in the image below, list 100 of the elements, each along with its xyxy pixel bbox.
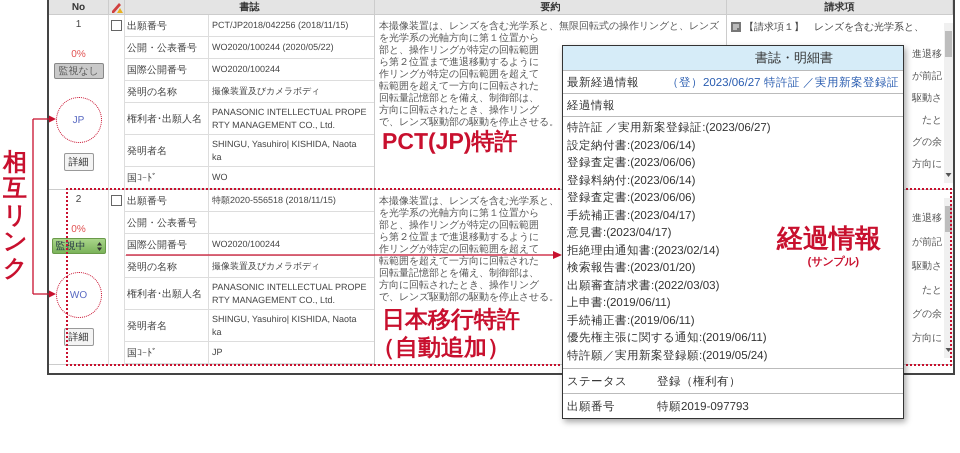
claim-text: 駆動さ — [912, 92, 942, 105]
abstract-line: 回転量記憶部とを備え、制御部は、 — [379, 93, 539, 104]
history-item: 出願審査請求書:(2022/03/03) — [567, 278, 720, 294]
history-item: 特許願／実用新案登録願:(2019/05/24) — [567, 348, 768, 364]
field-label: 最新経過情報 — [567, 75, 639, 90]
history-item: 登録査定書:(2023/06/06) — [567, 190, 696, 206]
column-header: 書誌 — [125, 0, 375, 14]
abstract-line: 部と、操作リングが特定の回転範囲 — [379, 220, 539, 232]
abstract-line: ら第２位置まで進退移動するように — [379, 57, 539, 68]
field-value: 撮像装置及びカメラボディ — [211, 85, 321, 98]
field-label: 発明の名称 — [125, 81, 209, 102]
popup-title: 書誌・明細書 — [563, 46, 903, 71]
annotation-note: (サンプル) — [808, 254, 859, 269]
row-number: 2 — [76, 194, 82, 206]
field-label: 国際公開番号 — [125, 59, 209, 80]
pencil-warning-icon[interactable] — [110, 1, 123, 13]
history-item: 手続補正書:(2023/04/17) — [567, 208, 696, 224]
claim-text: 駆動さ — [912, 260, 942, 273]
claim-text: たと — [922, 114, 942, 127]
field-label: ステータス — [567, 374, 628, 388]
claim-text: グの余 — [912, 136, 942, 149]
abstract-line: 転範囲を超えて一方向に回転された — [379, 256, 539, 268]
detail-button[interactable]: 詳細 — [64, 153, 94, 171]
abstract-line: 作リングが特定の回転範囲を超えて — [379, 69, 539, 80]
field-value: PCT/JP2018/042256 (2018/11/15) — [211, 19, 350, 32]
annotation-text: 日本移行特許 — [382, 306, 520, 332]
field-value: WO2020/100244 — [211, 63, 282, 76]
abstract-line: 回転量記憶部とを備え、制御部は、 — [379, 268, 539, 280]
history-item: 手続補正書:(2019/06/11) — [567, 313, 695, 328]
progress-text: 0% — [71, 49, 86, 61]
country-link[interactable]: WO — [70, 290, 88, 300]
annotation-text: 経過情報 — [777, 225, 881, 251]
monitor-button[interactable]: 監視なし — [54, 63, 104, 79]
field-label: 権利者･出願人名 — [125, 103, 209, 134]
claim-text: グの余 — [912, 308, 942, 321]
scrollbar[interactable] — [944, 23, 953, 183]
field-label: 出願番号 — [567, 400, 616, 414]
history-item: 設定納付書:(2023/06/14) — [567, 138, 696, 154]
claim-text: 進退移 — [912, 48, 942, 61]
history-item: 意見書:(2023/04/17) — [567, 226, 672, 241]
field-value: 特願2020-556518 (2018/11/15) — [211, 194, 337, 207]
field-value: JP — [211, 346, 224, 359]
column-header: 請求項 — [727, 0, 953, 14]
field-value: SHINGU, Yasuhiro| KISHIDA, Naota ka — [211, 312, 358, 338]
checkbox[interactable] — [111, 195, 122, 206]
field-label: 出願番号 — [125, 15, 209, 36]
annotation-text: PCT(JP)特許 — [382, 128, 518, 154]
column-header: No — [49, 0, 109, 14]
field-label: 発明者名 — [125, 310, 209, 341]
document-icon — [731, 22, 741, 32]
updown-icon — [96, 242, 102, 250]
detail-button[interactable]: 詳細 — [64, 328, 94, 346]
field-label: 公開・公表番号 — [125, 37, 209, 58]
claim-text: 【請求項１】 レンズを含む光学系と、 — [744, 20, 924, 34]
abstract-line: で、レンズ駆動部の駆動を停止させる。 — [379, 292, 559, 304]
abstract-line: 本撮像装置は、レンズを含む光学系と、無限回転式の操作リングと、レンズ — [379, 21, 719, 32]
country-link[interactable]: JP — [72, 114, 84, 126]
abstract-line: 方向に回転されたとき、操作リング — [379, 280, 539, 292]
abstract-line: ら第２位置まで進退移動するように — [379, 232, 539, 244]
history-item: 拒絶理由通知書:(2023/02/14) — [567, 244, 720, 258]
field-value: 登録（権利有） — [657, 374, 742, 388]
field-label: 権利者･出願人名 — [125, 278, 209, 309]
history-item: 上申書:(2019/06/11) — [567, 296, 671, 311]
abstract-line: を光学系の光軸方向に第１位置から — [379, 33, 539, 44]
field-value: 撮像装置及びカメラボディ — [211, 260, 321, 273]
history-item: 特許証 ／実用新案登録証:(2023/06/27) — [567, 120, 771, 136]
column-header: 要約 — [375, 0, 727, 14]
claim-text: が前記 — [912, 70, 942, 83]
abstract-line: 本撮像装置は、レンズを含む光学系と、 — [379, 196, 559, 208]
progress-text: 0% — [71, 224, 86, 236]
field-label: 国際公開番号 — [125, 234, 209, 255]
claim-text: 方向に — [912, 332, 942, 345]
claim-text: が前記 — [912, 236, 942, 249]
history-item: 検索報告書:(2023/01/20) — [567, 260, 696, 276]
row-number: 1 — [76, 19, 82, 31]
claim-text: 進退移 — [912, 212, 942, 225]
history-item: 登録査定書:(2023/06/06) — [567, 156, 696, 171]
field-value: SHINGU, Yasuhiro| KISHIDA, Naota ka — [211, 138, 358, 164]
abstract-line: で、レンズ駆動部の駆動を停止させる。 — [379, 117, 559, 129]
field-value: PANASONIC INTELLECTUAL PROPE RTY MANAGEMENT CO., Ltd. — [211, 106, 368, 132]
history-item: 優先権主張に関する通知:(2019/06/11) — [567, 330, 767, 346]
abstract-line: 転範囲を超えて一方向に回転された — [379, 81, 539, 92]
field-value: WO — [211, 171, 228, 184]
field-label: 公開・公表番号 — [125, 212, 209, 233]
abstract-line: 方向に回転されたとき、操作リング — [379, 105, 539, 116]
checkbox[interactable] — [111, 20, 122, 31]
field-label: 国ｺｰﾄﾞ — [125, 342, 209, 363]
abstract-line: を光学系の光軸方向に第１位置から — [379, 208, 539, 220]
annotation-text: 相互リンク — [3, 150, 27, 282]
claim-text: 方向に — [912, 158, 942, 171]
claim-text: たと — [922, 284, 942, 297]
abstract-line: 部と、操作リングが特定の回転範囲 — [379, 45, 539, 56]
annotation-text: （自動追加） — [372, 334, 510, 360]
field-value: WO2020/100244 (2020/05/22) — [211, 41, 335, 54]
history-item: 登録料納付:(2023/06/14) — [567, 174, 696, 188]
section-label: 経過情報 — [567, 98, 615, 112]
field-value: WO2020/100244 — [211, 238, 282, 251]
field-value: 特願2019-097793 — [657, 400, 750, 414]
field-label: 発明の名称 — [125, 256, 209, 277]
latest-status-link[interactable]: （登）2023/06/27 特許証 ／実用新案登録証 — [667, 74, 899, 90]
